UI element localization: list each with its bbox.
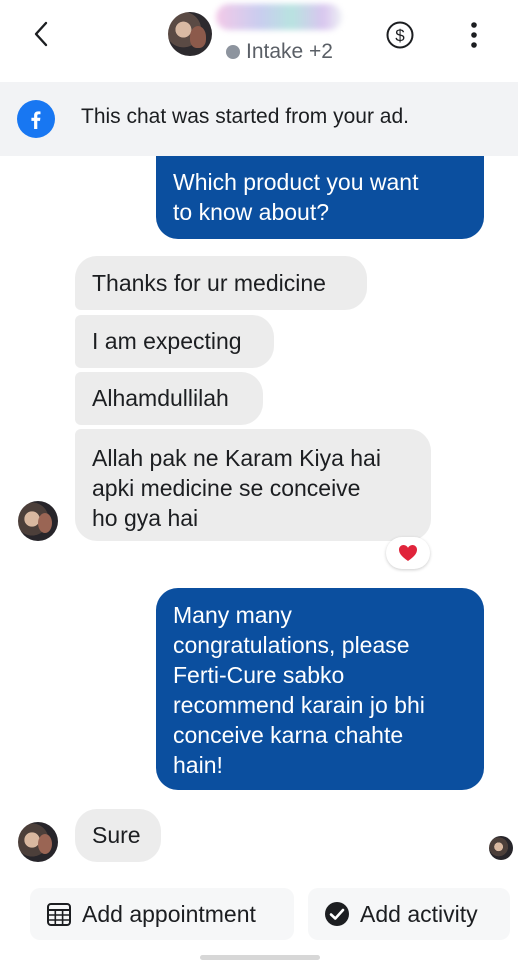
status-label: Intake +2	[246, 40, 333, 63]
ad-origin-banner: This chat was started from your ad.	[0, 82, 518, 156]
chevron-left-icon	[34, 21, 48, 47]
add-appointment-button[interactable]: Add appointment	[30, 888, 294, 940]
add-appointment-label: Add appointment	[82, 900, 256, 927]
svg-text:$: $	[395, 26, 405, 45]
payment-button[interactable]: $	[385, 20, 415, 50]
message-incoming[interactable]: Alhamdullilah	[75, 372, 263, 425]
status-dot-icon	[226, 45, 240, 59]
dollar-circle-icon: $	[386, 21, 414, 49]
home-indicator	[200, 955, 320, 960]
more-vertical-icon	[471, 22, 477, 48]
heart-reaction[interactable]	[386, 537, 430, 569]
sender-avatar[interactable]	[18, 822, 58, 862]
chat-header: Intake +2 $	[0, 0, 518, 82]
back-button[interactable]	[26, 14, 56, 54]
message-incoming[interactable]: I am expecting	[75, 315, 274, 368]
sender-avatar[interactable]	[18, 501, 58, 541]
message-outgoing[interactable]: Many many congratulations, please Ferti-…	[156, 588, 484, 790]
ad-banner-text: This chat was started from your ad.	[81, 105, 409, 128]
message-incoming[interactable]: Thanks for ur medicine	[75, 256, 367, 310]
contact-status[interactable]: Intake +2	[226, 40, 333, 64]
calendar-icon	[46, 901, 72, 927]
facebook-logo-icon	[17, 100, 55, 138]
check-circle-icon	[324, 901, 350, 927]
message-outgoing[interactable]: Which product you want to know about?	[156, 156, 484, 239]
read-receipt-avatar	[489, 836, 513, 860]
message-incoming[interactable]: Allah pak ne Karam Kiya hai apki medicin…	[75, 429, 431, 541]
contact-avatar[interactable]	[168, 12, 212, 56]
contact-name-redacted[interactable]	[216, 4, 342, 30]
more-options-button[interactable]	[464, 18, 484, 52]
heart-icon	[399, 545, 417, 561]
message-incoming[interactable]: Sure	[75, 809, 161, 862]
add-activity-button[interactable]: Add activity	[308, 888, 510, 940]
add-activity-label: Add activity	[360, 900, 478, 927]
